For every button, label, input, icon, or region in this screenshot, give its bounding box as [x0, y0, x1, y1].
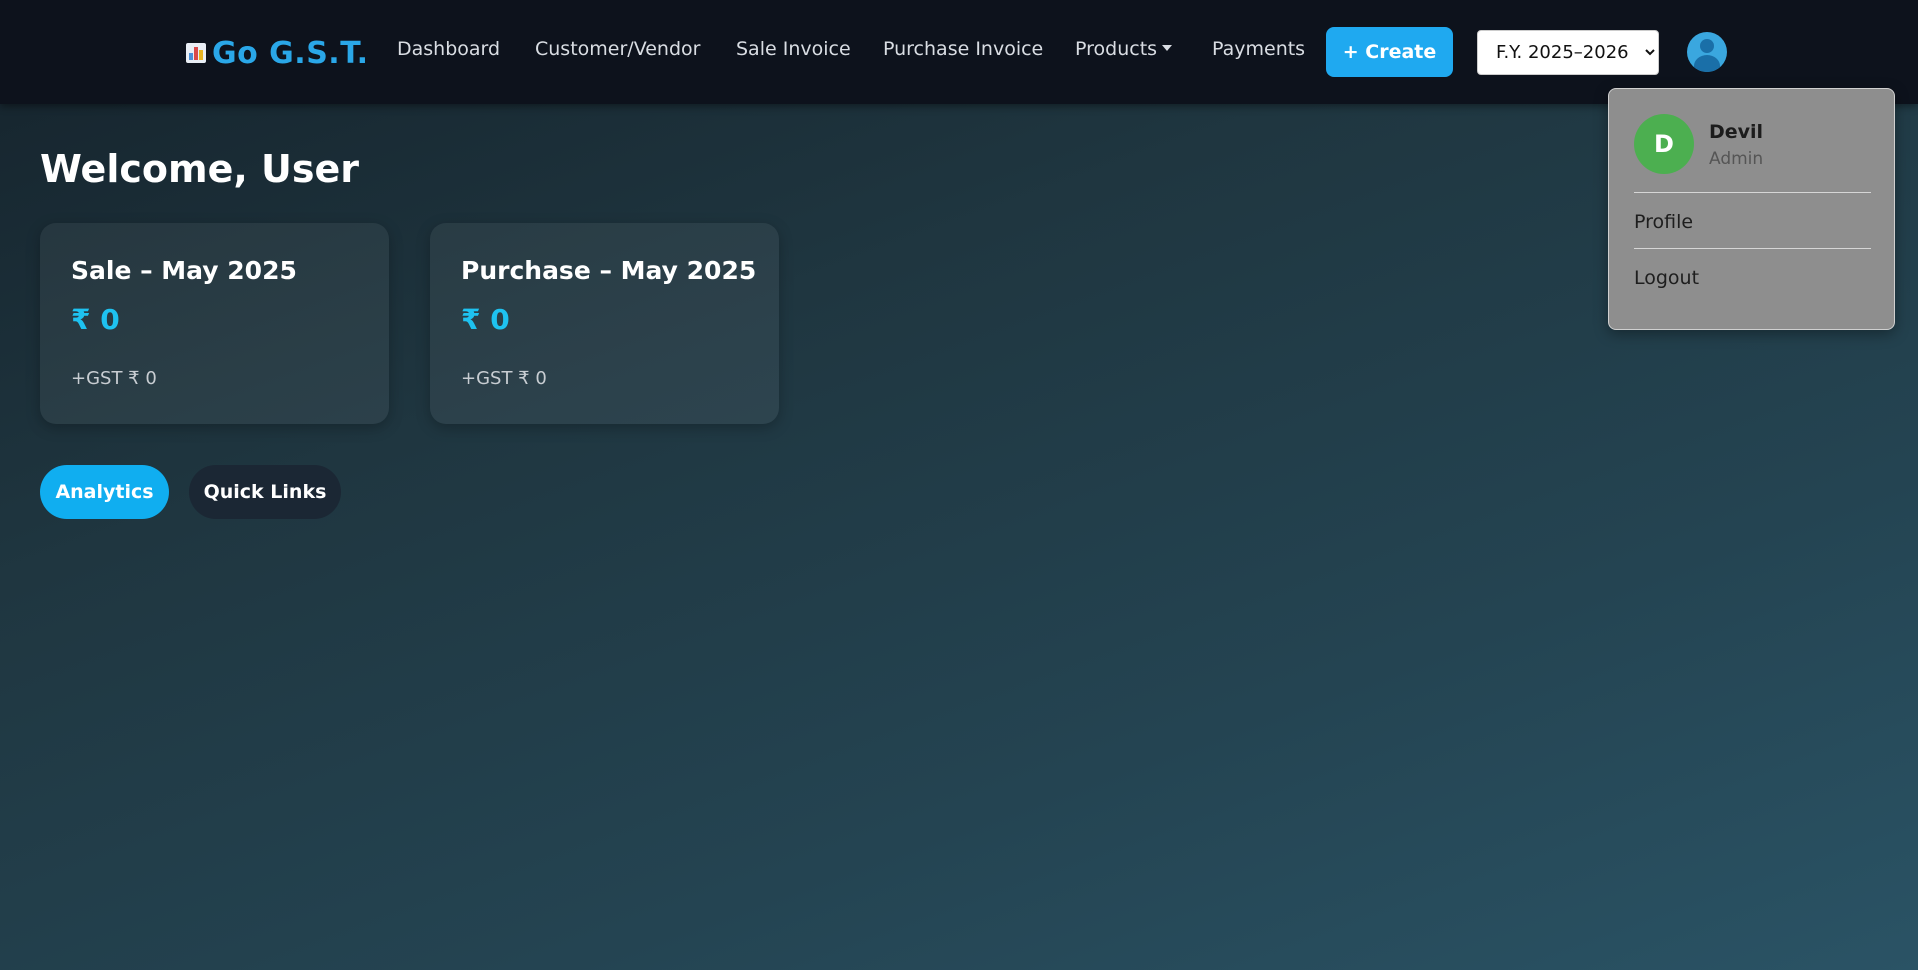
bar-chart-icon — [186, 43, 206, 63]
nav-dashboard[interactable]: Dashboard — [397, 38, 500, 60]
tab-analytics[interactable]: Analytics — [40, 465, 169, 519]
logout-menu-item[interactable]: Logout — [1634, 267, 1699, 289]
welcome-heading: Welcome, User — [40, 147, 360, 191]
card-gst: +GST ₹ 0 — [461, 368, 547, 389]
brand-name: Go G.S.T. — [212, 35, 369, 71]
card-amount: ₹ 0 — [71, 303, 120, 336]
card-title: Purchase – May 2025 — [461, 256, 757, 285]
divider — [1634, 248, 1871, 249]
nav-purchase-invoice[interactable]: Purchase Invoice — [883, 38, 1043, 60]
nav-sale-invoice[interactable]: Sale Invoice — [736, 38, 851, 60]
user-dropdown-menu: D Devil Admin Profile Logout — [1608, 88, 1895, 330]
card-amount: ₹ 0 — [461, 303, 510, 336]
nav-customer-vendor[interactable]: Customer/Vendor — [535, 38, 700, 60]
profile-menu-item[interactable]: Profile — [1634, 211, 1693, 233]
user-avatar-button[interactable] — [1687, 32, 1727, 72]
card-gst: +GST ₹ 0 — [71, 368, 157, 389]
divider — [1634, 192, 1871, 193]
user-name: Devil — [1709, 121, 1764, 143]
caret-down-icon — [1162, 45, 1173, 51]
user-role: Admin — [1709, 149, 1764, 169]
create-button[interactable]: + Create — [1326, 27, 1453, 77]
fiscal-year-select[interactable]: F.Y. 2025–2026 — [1477, 30, 1659, 75]
avatar: D — [1634, 114, 1694, 174]
card-title: Sale – May 2025 — [71, 256, 297, 285]
nav-products-dropdown[interactable]: Products — [1075, 38, 1173, 60]
brand-logo[interactable]: Go G.S.T. — [186, 34, 369, 72]
nav-products-label: Products — [1075, 38, 1158, 60]
nav-payments[interactable]: Payments — [1212, 38, 1305, 60]
tab-quick-links[interactable]: Quick Links — [189, 465, 341, 519]
sale-summary-card: Sale – May 2025 ₹ 0 +GST ₹ 0 — [40, 223, 389, 424]
purchase-summary-card: Purchase – May 2025 ₹ 0 +GST ₹ 0 — [430, 223, 779, 424]
